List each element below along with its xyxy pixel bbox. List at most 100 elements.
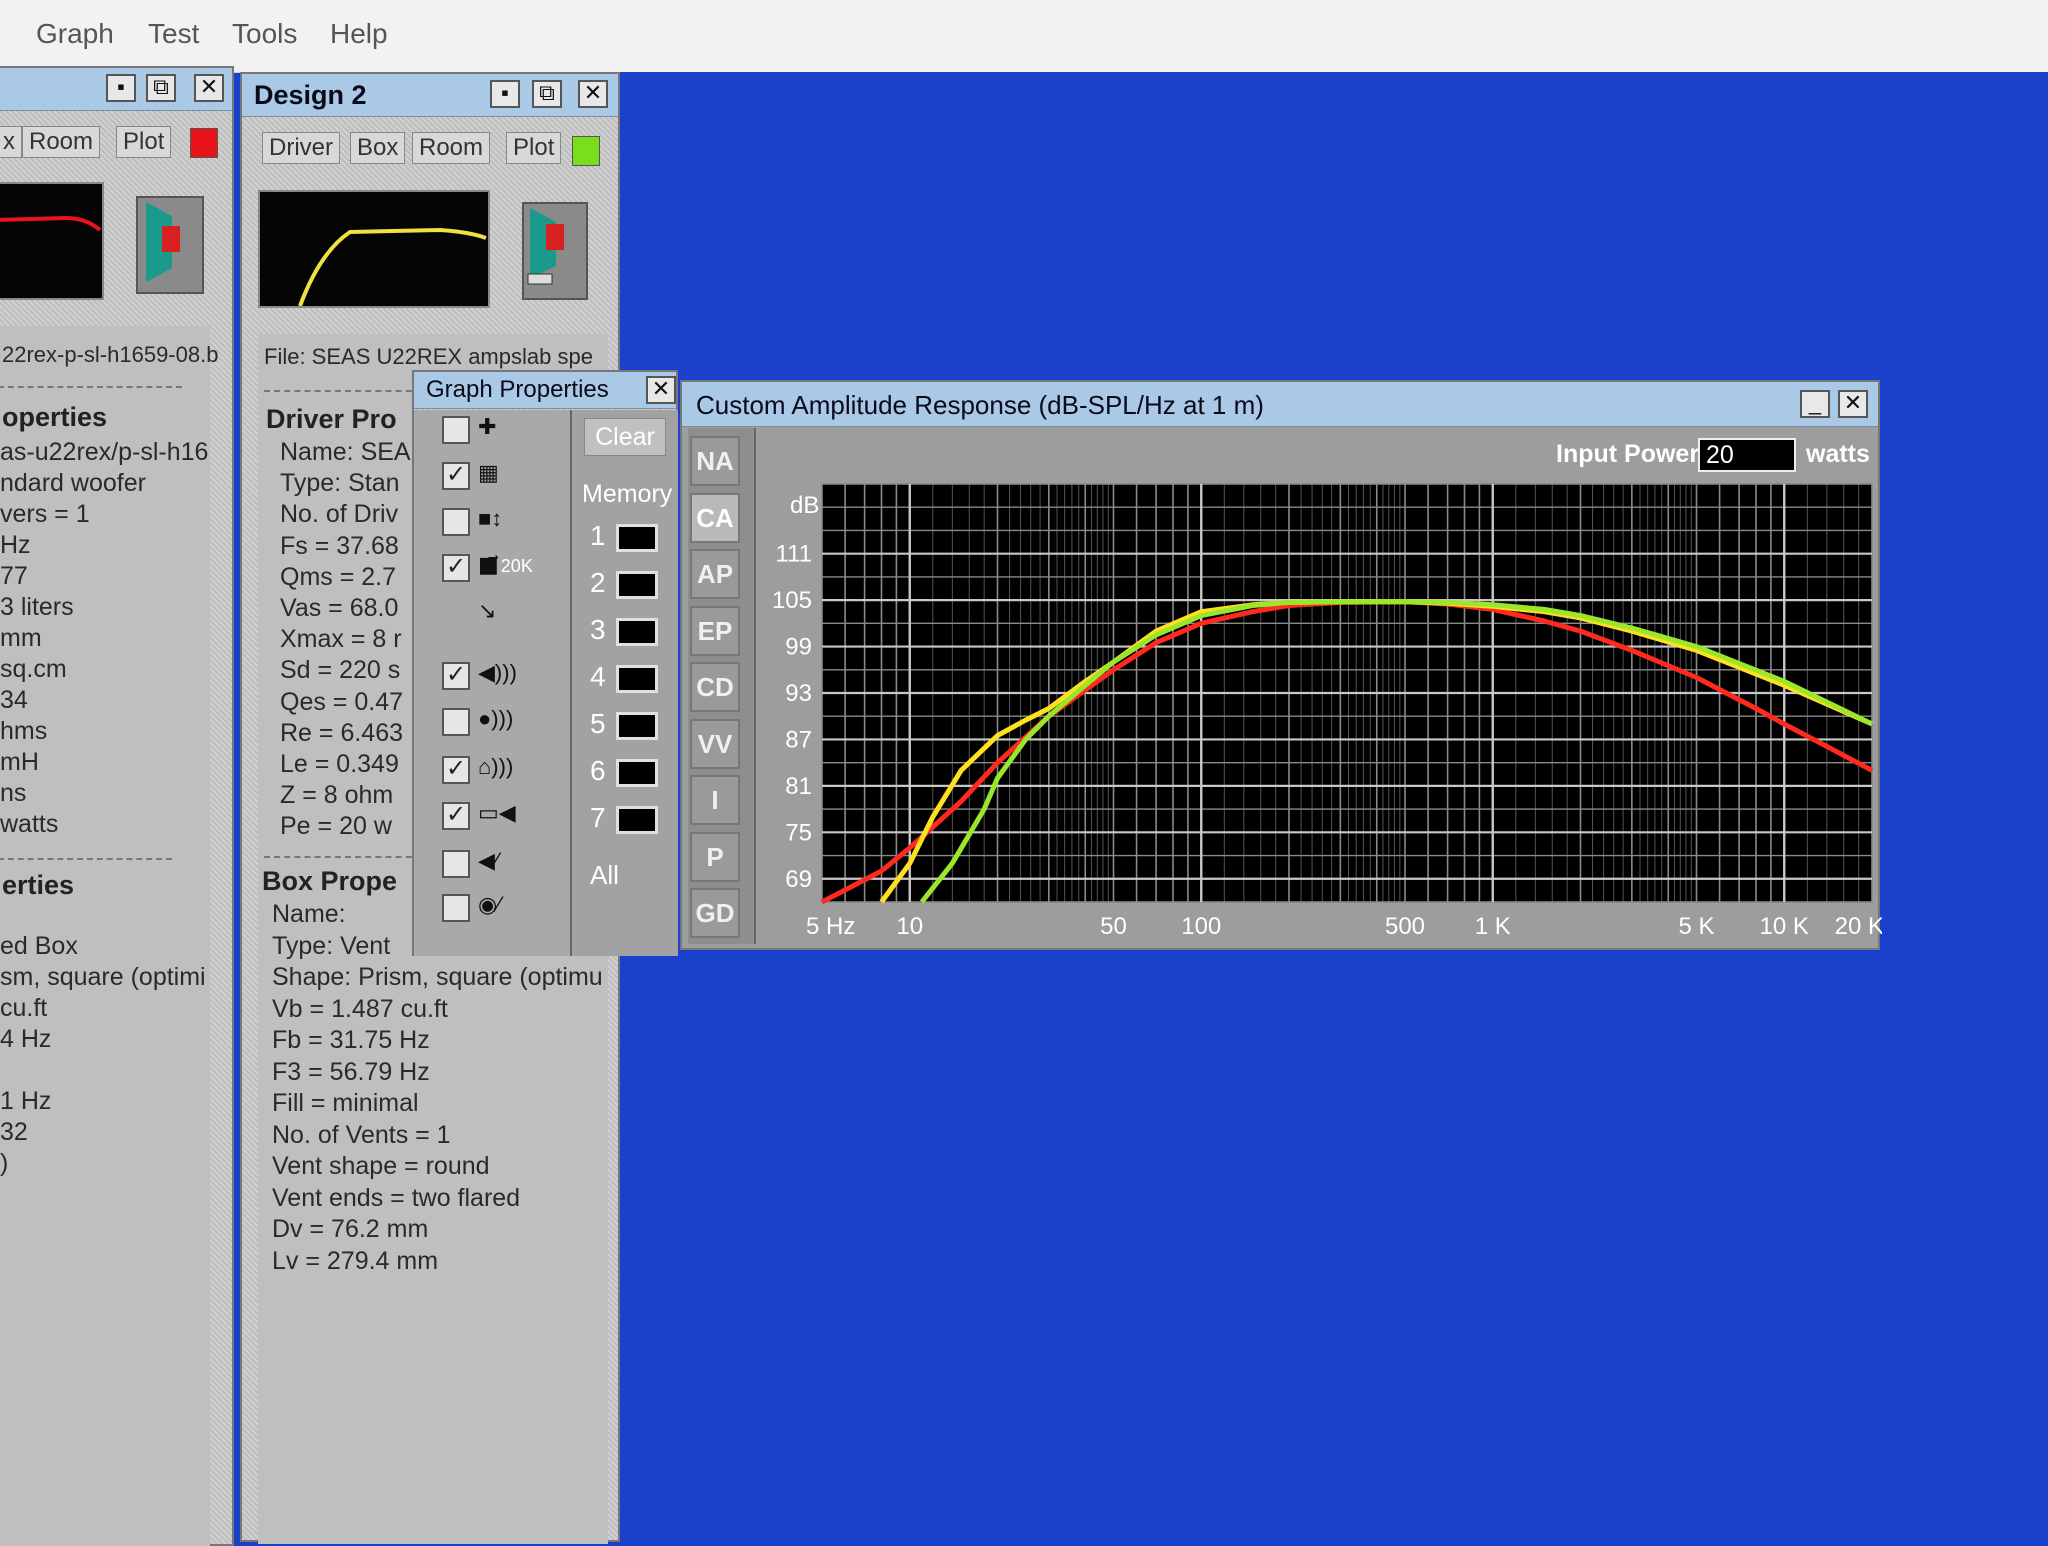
graph-option-checkbox[interactable] — [442, 416, 470, 444]
memory-slot-number: 7 — [590, 802, 606, 833]
amplifier-speaker-icon[interactable]: ▭◀ — [478, 800, 538, 834]
design1-speaker-icon[interactable] — [136, 196, 204, 294]
memory-all-button[interactable]: All — [590, 860, 619, 891]
x-tick-label: 50 — [1100, 913, 1127, 940]
menu-test[interactable]: Test — [148, 18, 199, 50]
range-20k-label: 20K — [500, 556, 533, 576]
design1-tab-room[interactable]: Room — [22, 126, 101, 158]
memory-slot-number: 6 — [590, 755, 606, 786]
graph-option-checkbox[interactable] — [442, 708, 470, 736]
design2-driver-property: Xmax = 8 r — [280, 625, 402, 654]
design1-plot-color-swatch[interactable] — [190, 128, 218, 158]
memory-slot-number: 2 — [590, 567, 606, 598]
graph-option-checkbox[interactable]: ✓ — [442, 662, 470, 690]
graph-option-checkbox[interactable]: ✓ — [442, 462, 470, 490]
copy-icon[interactable]: ⧉ — [146, 74, 176, 102]
design1-box-heading: erties — [2, 870, 75, 900]
save-icon[interactable]: ▪ — [106, 74, 136, 102]
menu-tools[interactable]: Tools — [232, 18, 297, 50]
amplitude-chart[interactable]: dB 111105999387817569 5 Hz 10 50 100 500 1 K5… — [682, 382, 1882, 952]
close-icon[interactable]: ✕ — [578, 80, 608, 108]
design1-driver-property: 77 — [0, 562, 28, 590]
memory-slot-button[interactable] — [616, 806, 658, 834]
design2-box-heading: Box Prope — [262, 866, 398, 896]
export-icon[interactable]: ↘ — [478, 598, 538, 632]
box-speaker-icon[interactable]: ●))) — [478, 706, 538, 740]
memory-slot-button[interactable] — [616, 571, 658, 599]
graph-option-checkbox[interactable]: ✓ — [442, 756, 470, 784]
x-tick-label: 500 — [1385, 913, 1425, 940]
x-tick-label: 100 — [1181, 913, 1221, 940]
menu-graph[interactable]: Graph — [36, 18, 114, 50]
design1-box-property: ) — [0, 1149, 9, 1177]
x-tick-label: 10 — [896, 913, 923, 940]
graph-option-checkbox[interactable] — [442, 508, 470, 536]
y-tick-label: 75 — [785, 819, 812, 846]
graph-properties-title: Graph Properties — [426, 376, 609, 403]
memory-slot-number: 5 — [590, 708, 606, 739]
range-20k-icon[interactable]: ■⃗ 20K — [478, 552, 538, 586]
plus-icon[interactable]: ✚ — [478, 414, 538, 448]
design1-driver-property: ndard woofer — [0, 469, 146, 497]
grid-icon[interactable]: ▦ — [478, 460, 538, 494]
memory-slot-number: 3 — [590, 614, 606, 645]
x-tick-label: 20 K — [1835, 913, 1882, 940]
room-speaker-icon[interactable]: ⌂))) — [478, 754, 538, 788]
close-icon[interactable]: ✕ — [646, 376, 676, 404]
design2-tab-plot[interactable]: Plot — [506, 132, 562, 164]
driver-graph-icon[interactable]: ◉⁄ — [478, 892, 538, 926]
graph-option-checkbox[interactable] — [442, 850, 470, 878]
design2-driver-property: Pe = 20 w — [280, 812, 392, 841]
design1-driver-heading: operties — [2, 402, 108, 432]
divider — [0, 858, 172, 860]
design1-driver-property: sq.cm — [0, 655, 67, 683]
memory-slot-button[interactable] — [616, 712, 658, 740]
design2-driver-property: Le = 0.349 — [280, 750, 399, 778]
auto-scale-icon[interactable]: ■↕ — [478, 506, 538, 540]
graph-option-checkbox[interactable]: ✓ — [442, 802, 470, 830]
design2-tab-driver[interactable]: Driver — [262, 132, 340, 164]
memory-slot-button[interactable] — [616, 759, 658, 787]
design2-box-property: Lv = 279.4 mm — [272, 1246, 439, 1275]
design1-tab-plot[interactable]: Plot — [116, 126, 172, 158]
driver-speaker-icon[interactable]: ◀))) — [478, 660, 538, 694]
memory-slot-button[interactable] — [616, 665, 658, 693]
design2-driver-property: Qms = 2.7 — [280, 562, 397, 591]
design1-box-property: 1 Hz — [0, 1087, 52, 1115]
design2-speaker-icon[interactable] — [522, 202, 588, 300]
y-tick-label: 105 — [772, 587, 812, 614]
y-tick-label: 93 — [785, 680, 812, 707]
design1-box-property: ed Box — [0, 932, 78, 960]
design2-plot-color-swatch[interactable] — [572, 136, 600, 166]
design2-box-property: Dv = 76.2 mm — [272, 1215, 429, 1243]
design2-tab-box[interactable]: Box — [350, 132, 406, 164]
design1-box-property: 32 — [0, 1118, 28, 1146]
design1-window: ▪ ⧉ ✕ x Room Plot 22rex-p-sl-h1659-08.b … — [0, 66, 234, 1546]
memory-slot-button[interactable] — [616, 618, 658, 646]
design2-driver-property: Z = 8 ohm — [280, 781, 394, 810]
design2-driver-property: Sd = 220 s — [280, 656, 401, 685]
clear-button[interactable]: Clear — [584, 418, 666, 456]
close-icon[interactable]: ✕ — [194, 74, 224, 102]
design1-driver-property: mH — [0, 748, 39, 776]
design1-thumbnail-curve — [0, 215, 102, 232]
design1-thumbnail-graph[interactable] — [0, 182, 104, 300]
memory-slot-number: 4 — [590, 661, 606, 692]
design2-thumbnail-graph[interactable] — [258, 190, 490, 308]
design2-tab-room[interactable]: Room — [412, 132, 491, 164]
design2-box-property: No. of Vents = 1 — [272, 1120, 451, 1149]
y-tick-label: 69 — [785, 866, 812, 893]
save-icon[interactable]: ▪ — [490, 80, 520, 108]
design2-box-property: Vb = 1.487 cu.ft — [272, 994, 448, 1023]
design2-box-property: F3 = 56.79 Hz — [272, 1057, 430, 1086]
menu-help[interactable]: Help — [330, 18, 388, 50]
copy-icon[interactable]: ⧉ — [532, 80, 562, 108]
design1-tab-box[interactable]: x — [0, 126, 22, 158]
graph-option-checkbox[interactable] — [442, 894, 470, 922]
memory-slot-button[interactable] — [616, 524, 658, 552]
design2-box-property: Fill = minimal — [272, 1089, 419, 1117]
design2-driver-heading: Driver Pro — [266, 404, 397, 434]
design1-driver-property: as-u22rex/p-sl-h16 — [0, 438, 209, 466]
graph-option-checkbox[interactable]: ✓ — [442, 554, 470, 582]
speaker-graph-icon[interactable]: ◀⁄ — [478, 848, 538, 882]
